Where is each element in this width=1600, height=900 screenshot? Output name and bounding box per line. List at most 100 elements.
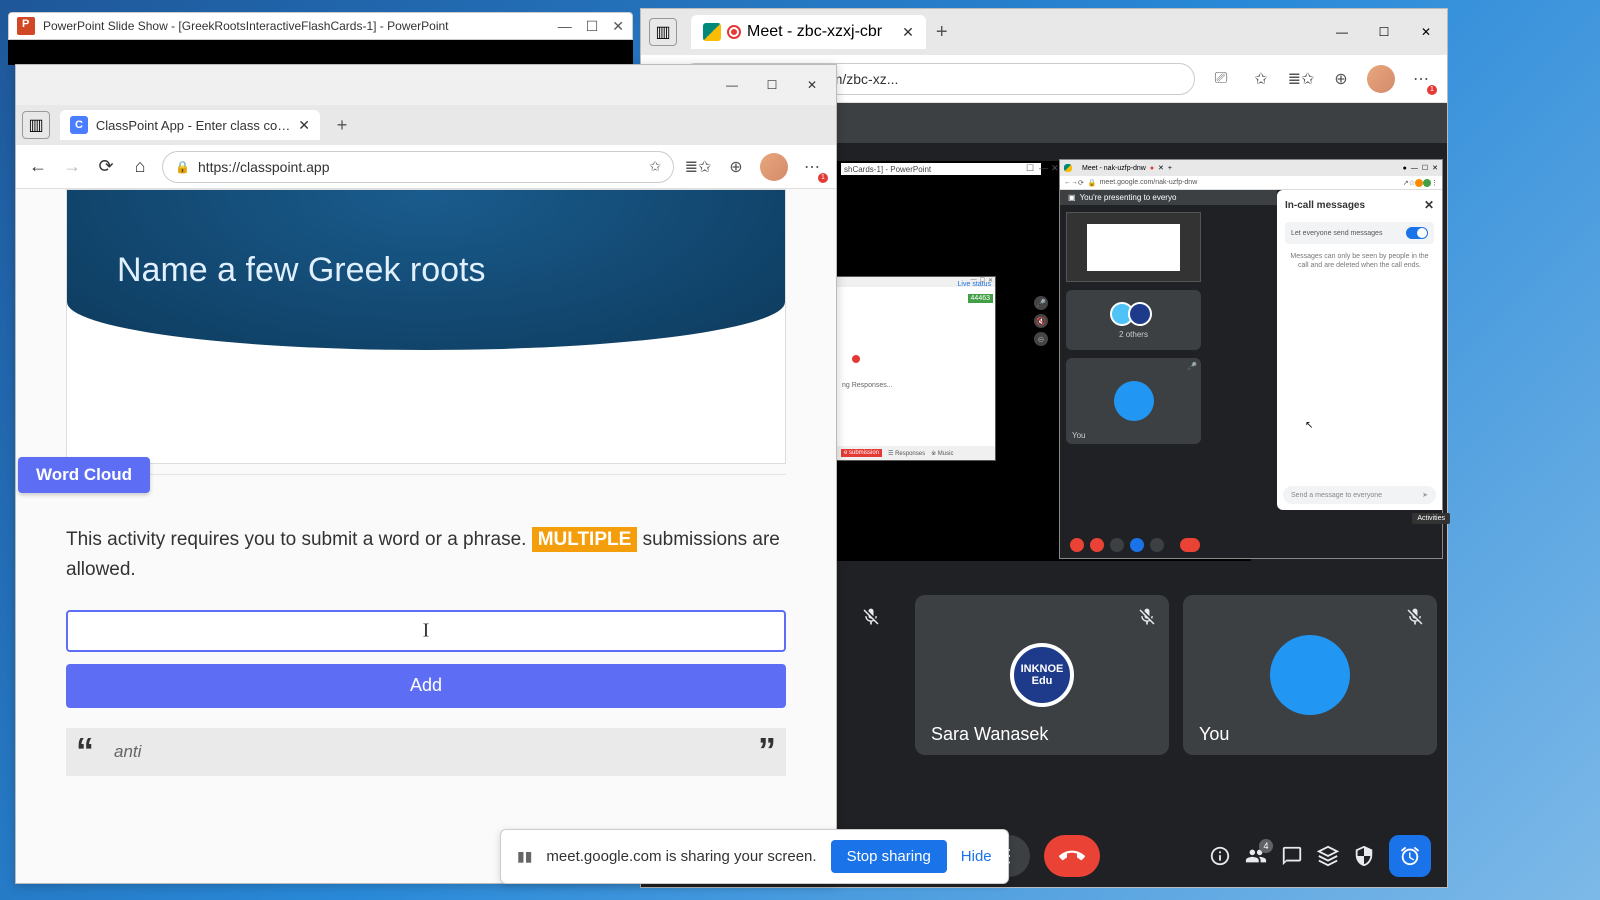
add-button[interactable]: Add xyxy=(66,664,786,708)
minimize-button[interactable]: — xyxy=(1321,13,1363,51)
self-mic-tile xyxy=(841,595,901,755)
favorites-list-icon[interactable]: ≣✩ xyxy=(684,153,712,181)
end-call-button[interactable] xyxy=(1044,835,1100,877)
forward-button: → xyxy=(60,155,84,179)
inner-powerpoint-title: shCards-1] - PowerPoint xyxy=(841,163,1041,175)
profile-avatar[interactable] xyxy=(1367,65,1395,93)
self-name: You xyxy=(1199,724,1229,745)
inner-you-avatar xyxy=(1114,381,1154,421)
inner-vol-off-icon: 🔇 xyxy=(1034,314,1048,328)
inner-responses-text: ng Responses... xyxy=(842,382,893,389)
clock-button[interactable] xyxy=(1389,835,1431,877)
new-tab-button[interactable]: + xyxy=(328,111,356,139)
tab-close-button[interactable]: ✕ xyxy=(298,117,310,134)
powerpoint-titlebar: PowerPoint Slide Show - [GreekRootsInter… xyxy=(8,12,633,40)
toggle-label: Let everyone send messages xyxy=(1291,230,1382,237)
collections-icon[interactable]: ⊕ xyxy=(722,153,750,181)
tab-actions-button[interactable]: ▥ xyxy=(649,18,677,46)
inner-reload-icon: ⟳ xyxy=(1078,179,1084,187)
close-button[interactable]: ✕ xyxy=(1405,13,1447,51)
info-button[interactable] xyxy=(1209,845,1231,867)
inner-meet-window: Meet - nak-uzfp-dnw ● ✕ + ● — ☐ ✕ ← → ⟳ … xyxy=(1059,159,1443,559)
powerpoint-icon xyxy=(17,17,35,35)
mic-off-icon xyxy=(1405,607,1425,627)
tab-actions-button[interactable]: ▥ xyxy=(22,111,50,139)
chat-note: Messages can only be seen by people in t… xyxy=(1285,252,1434,270)
tab-close-button[interactable]: ✕ xyxy=(902,24,914,41)
classpoint-window: — ☐ ✕ ▥ C ClassPoint App - Enter class c… xyxy=(15,64,837,884)
inner-meet-tab-title: Meet - nak-uzfp-dnw xyxy=(1082,165,1146,172)
chat-close-button[interactable]: ✕ xyxy=(1424,198,1434,212)
browser-tab[interactable]: C ClassPoint App - Enter class code ✕ xyxy=(60,110,320,140)
activities-tooltip: Activities xyxy=(1412,513,1450,524)
screen-share-bar: ▮▮ meet.google.com is sharing your scree… xyxy=(500,829,1009,884)
chat-title: In-call messages xyxy=(1285,200,1365,211)
home-button[interactable]: ⌂ xyxy=(128,155,152,179)
present-icon: ▣ xyxy=(1068,193,1076,202)
inner-back-icon: ← xyxy=(1064,179,1071,186)
activities-button[interactable] xyxy=(1317,845,1339,867)
browser-tab[interactable]: Meet - zbc-xzxj-cbr ✕ xyxy=(691,15,926,49)
media-icon[interactable]: ⎚ xyxy=(1207,65,1235,93)
chat-button[interactable] xyxy=(1281,845,1303,867)
people-count-badge: 4 xyxy=(1259,839,1273,853)
maximize-button[interactable]: ☐ xyxy=(752,75,792,95)
self-avatar xyxy=(1270,635,1350,715)
inner-avatar-icon xyxy=(1128,302,1152,326)
inner-control-icon xyxy=(1130,538,1144,552)
slide-preview: Name a few Greek roots xyxy=(66,189,786,464)
maximize-button[interactable]: ☐ xyxy=(586,18,599,35)
previous-answer: anti xyxy=(66,728,786,776)
inner-live-status: Live status xyxy=(958,281,991,288)
favorite-icon[interactable]: ✩ xyxy=(1247,65,1275,93)
host-controls-button[interactable] xyxy=(1353,845,1375,867)
inner-close: ✕ xyxy=(1432,164,1438,172)
inner-others-count: 2 others xyxy=(1119,330,1148,339)
chat-input[interactable]: Send a message to everyone ➤ xyxy=(1283,486,1436,504)
favorites-list-icon[interactable]: ≣✩ xyxy=(1287,65,1315,93)
browser-tabbar: ▥ Meet - zbc-xzxj-cbr ✕ + — ☐ ✕ xyxy=(641,9,1447,55)
stop-sharing-button[interactable]: Stop sharing xyxy=(831,840,947,873)
inner-responses-label: ☰ Responses xyxy=(888,450,925,457)
inner-meet-favicon-icon xyxy=(1064,164,1072,172)
reload-button[interactable]: ⟳ xyxy=(94,155,118,179)
cursor-icon: ↖ xyxy=(1305,420,1313,431)
inner-others-tile: 🎤 🔇 ⊖ 2 others xyxy=(1066,290,1201,350)
close-button[interactable]: ✕ xyxy=(612,18,624,35)
new-tab-button[interactable]: + xyxy=(936,21,948,44)
inner-record-icon xyxy=(852,355,860,363)
browser-tabbar: ▥ C ClassPoint App - Enter class code ✕ … xyxy=(16,105,836,145)
back-button[interactable]: ← xyxy=(26,155,50,179)
more-button[interactable]: ⋯1 xyxy=(798,153,826,181)
people-button[interactable]: 4 xyxy=(1245,845,1267,867)
inner-end-icon xyxy=(1180,538,1200,552)
inner-new-tab: + xyxy=(1168,165,1172,172)
presentation-backdrop xyxy=(8,40,633,65)
participant-tile[interactable]: INKNOE Edu Sara Wanasek xyxy=(915,595,1169,755)
minimize-button[interactable]: — xyxy=(712,75,752,95)
activity-instruction: This activity requires you to submit a w… xyxy=(66,525,786,586)
collections-icon[interactable]: ⊕ xyxy=(1327,65,1355,93)
send-icon[interactable]: ➤ xyxy=(1422,491,1428,499)
classpoint-favicon-icon: C xyxy=(70,116,88,134)
hide-button[interactable]: Hide xyxy=(961,848,992,865)
powerpoint-title: PowerPoint Slide Show - [GreekRootsInter… xyxy=(43,19,558,33)
participant-avatar: INKNOE Edu xyxy=(1010,643,1074,707)
favorite-icon[interactable]: ✩ xyxy=(649,158,661,175)
multiple-badge: MULTIPLE xyxy=(532,527,638,552)
chat-toggle-row: Let everyone send messages xyxy=(1285,222,1434,244)
inner-ext-icon xyxy=(1423,179,1431,187)
mic-off-icon xyxy=(1137,607,1157,627)
minimize-button[interactable]: — xyxy=(558,18,572,35)
maximize-button[interactable]: ☐ xyxy=(1363,13,1405,51)
address-bar[interactable]: 🔒 https://classpoint.app ✩ xyxy=(162,151,674,183)
address-bar-row: ← → ⟳ ⌂ 🔒 https://classpoint.app ✩ ≣✩ ⊕ … xyxy=(16,145,836,189)
pause-icon: ▮▮ xyxy=(517,848,532,865)
more-button[interactable]: ⋯1 xyxy=(1407,65,1435,93)
profile-avatar[interactable] xyxy=(760,153,788,181)
self-tile[interactable]: You xyxy=(1183,595,1437,755)
lock-icon: 🔒 xyxy=(175,160,190,174)
inner-maximize-icon: ☐ xyxy=(1026,163,1035,172)
messages-toggle[interactable] xyxy=(1406,227,1428,239)
close-button[interactable]: ✕ xyxy=(792,75,832,95)
